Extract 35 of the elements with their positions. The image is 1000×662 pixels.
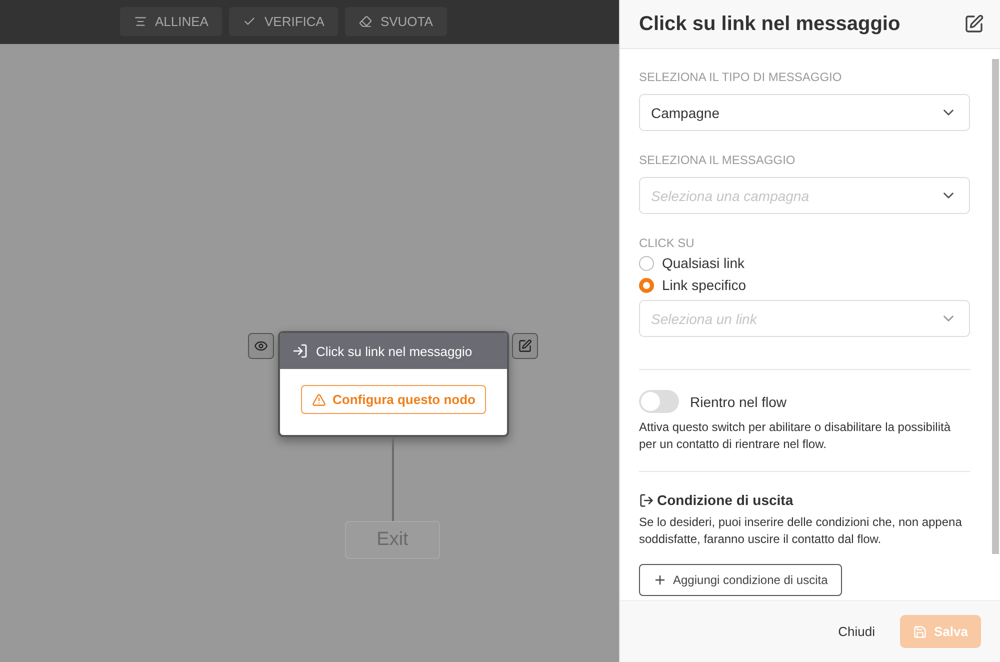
field-label: SELEZIONA IL TIPO DI MESSAGGIO	[639, 70, 843, 84]
field-label: SELEZIONA IL MESSAGGIO	[639, 153, 796, 167]
switch-label: Rientro nel flow	[690, 394, 786, 410]
add-condition-button[interactable]: Aggiungi condizione di uscita	[639, 564, 842, 596]
configure-button[interactable]: Configura questo nodo	[300, 385, 486, 414]
edit-icon[interactable]	[964, 14, 984, 34]
toolbar-button[interactable]: SVUOTA	[345, 7, 447, 36]
scrollbar-thumb[interactable]	[992, 59, 999, 554]
close-button[interactable]: Chiudi	[832, 623, 882, 640]
radio-option[interactable]: Qualsiasi link	[639, 252, 970, 274]
eye-button[interactable]	[248, 333, 274, 359]
exit-icon	[639, 492, 654, 508]
panel-title: Click su link nel messaggio	[639, 12, 900, 36]
edit-icon	[518, 339, 532, 353]
help-text: Se lo desideri, puoi inserire delle condizioni che, non appena soddisfatte, faranno uscire il contatto dal flow.	[639, 514, 963, 548]
node-title: Click su link nel messaggio	[316, 344, 472, 358]
help-text: Attiva questo switch per abilitare o disabilitare la possibilità per un contatto di rientrare nel flow.	[639, 419, 952, 453]
login-icon	[292, 343, 308, 359]
field-label: CLICK SU	[639, 236, 696, 250]
eye-icon	[254, 339, 268, 353]
flow-node[interactable]: Click su link nel messaggio Configura questo nodo	[278, 331, 509, 437]
warning-icon	[312, 392, 326, 406]
save-icon	[913, 624, 928, 638]
radio-option[interactable]: Link specifico	[639, 274, 970, 296]
align-center-icon	[134, 15, 147, 28]
edit-button[interactable]	[512, 333, 538, 359]
message-type-select[interactable]: Campagne	[639, 94, 970, 131]
section-title: Condizione di uscita	[657, 492, 794, 508]
toolbar-button[interactable]: ALLINEA	[120, 7, 222, 36]
radio-button[interactable]	[639, 256, 654, 270]
radio-button[interactable]	[639, 278, 654, 292]
plus-icon	[653, 573, 667, 587]
toolbar-button[interactable]: VERIFICA	[229, 7, 338, 36]
eraser-icon	[359, 15, 372, 28]
toggle-switch[interactable]	[639, 390, 679, 413]
